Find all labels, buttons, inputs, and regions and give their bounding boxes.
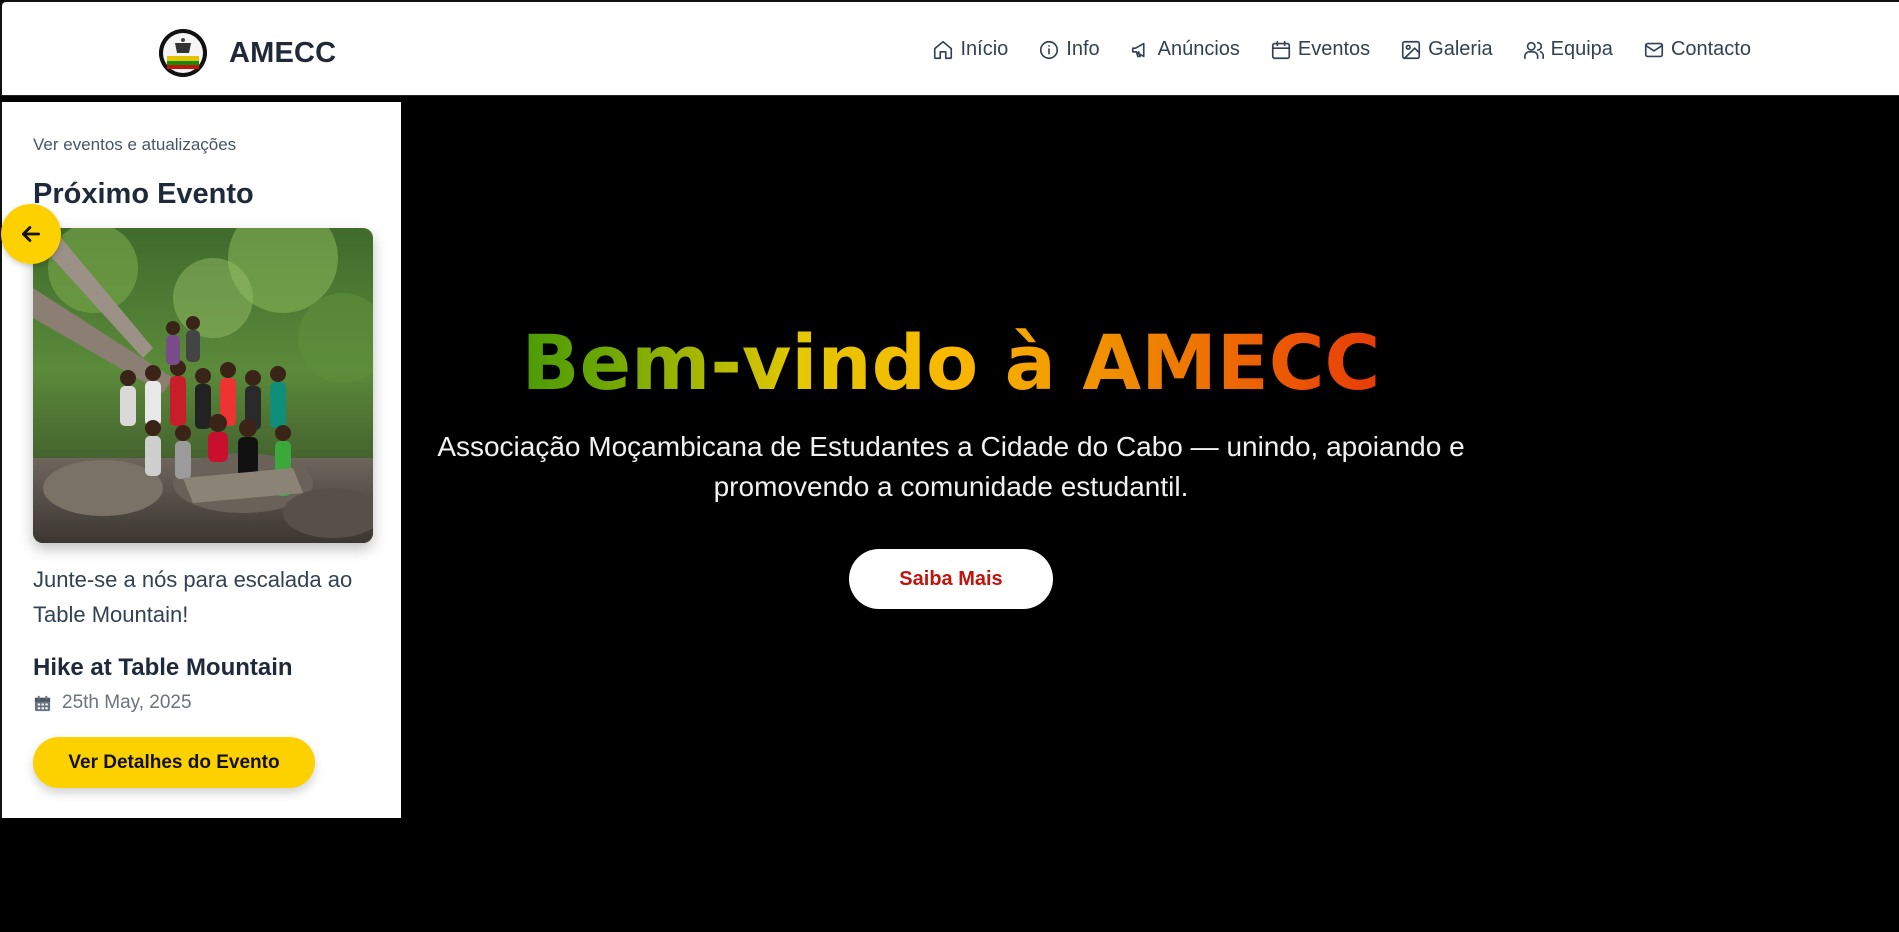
panel-title: Próximo Evento bbox=[33, 178, 254, 210]
nav-label: Eventos bbox=[1297, 38, 1371, 60]
brand[interactable]: AMECC bbox=[159, 29, 336, 77]
nav-label: Contacto bbox=[1670, 38, 1751, 60]
nav-item-contacto[interactable]: Contacto bbox=[1643, 38, 1751, 61]
hero-subtitle: Associação Moçambicana de Estudantes a C… bbox=[437, 431, 1465, 502]
panel-kicker: Ver eventos e atualizações bbox=[33, 135, 237, 154]
brand-name: AMECC bbox=[229, 36, 337, 69]
nav-item-eventos[interactable]: Eventos bbox=[1270, 38, 1370, 61]
hero-title: Bem-vindo à AMECC bbox=[401, 318, 1501, 408]
info-icon bbox=[1040, 40, 1059, 59]
users-icon bbox=[1523, 41, 1544, 59]
nav-label: Início bbox=[960, 38, 1009, 60]
event-photo bbox=[33, 228, 373, 543]
nav-label: Equipa bbox=[1550, 38, 1613, 60]
calendar-icon bbox=[34, 695, 51, 711]
event-description: Junte-se a nós para escalada ao Table Mo… bbox=[33, 567, 353, 627]
nav-label: Anúncios bbox=[1157, 38, 1240, 60]
event-name: Hike at Table Mountain bbox=[33, 654, 293, 681]
collapse-panel-button[interactable] bbox=[1, 204, 61, 264]
nav-item-inicio[interactable]: Início bbox=[932, 38, 1008, 61]
image-icon bbox=[1402, 40, 1421, 59]
nav-item-galeria[interactable]: Galeria bbox=[1400, 38, 1493, 61]
learn-more-button[interactable]: Saiba Mais bbox=[849, 549, 1053, 609]
site-header: AMECC Início Info Anúncios Eventos Galer… bbox=[0, 0, 1899, 96]
nav-label: Info bbox=[1066, 38, 1100, 60]
next-event-panel: Ver eventos e atualizações Próximo Event… bbox=[0, 102, 401, 818]
home-icon bbox=[934, 40, 953, 59]
mail-icon bbox=[1644, 42, 1664, 57]
nav-item-anuncios[interactable]: Anúncios bbox=[1130, 38, 1240, 61]
arrow-left-icon bbox=[22, 226, 40, 242]
amecc-logo bbox=[159, 29, 207, 77]
nav-item-info[interactable]: Info bbox=[1038, 38, 1100, 61]
megaphone-icon bbox=[1131, 42, 1145, 57]
nav-label: Galeria bbox=[1428, 38, 1493, 60]
main-nav: Início Info Anúncios Eventos Galeria Equ… bbox=[932, 38, 1751, 61]
event-date-text: 25th May, 2025 bbox=[62, 692, 192, 713]
nav-item-equipa[interactable]: Equipa bbox=[1523, 38, 1613, 61]
event-date: 25th May, 2025 bbox=[33, 692, 192, 714]
event-details-button[interactable]: Ver Detalhes do Evento bbox=[33, 737, 315, 788]
calendar-icon bbox=[1271, 40, 1290, 59]
